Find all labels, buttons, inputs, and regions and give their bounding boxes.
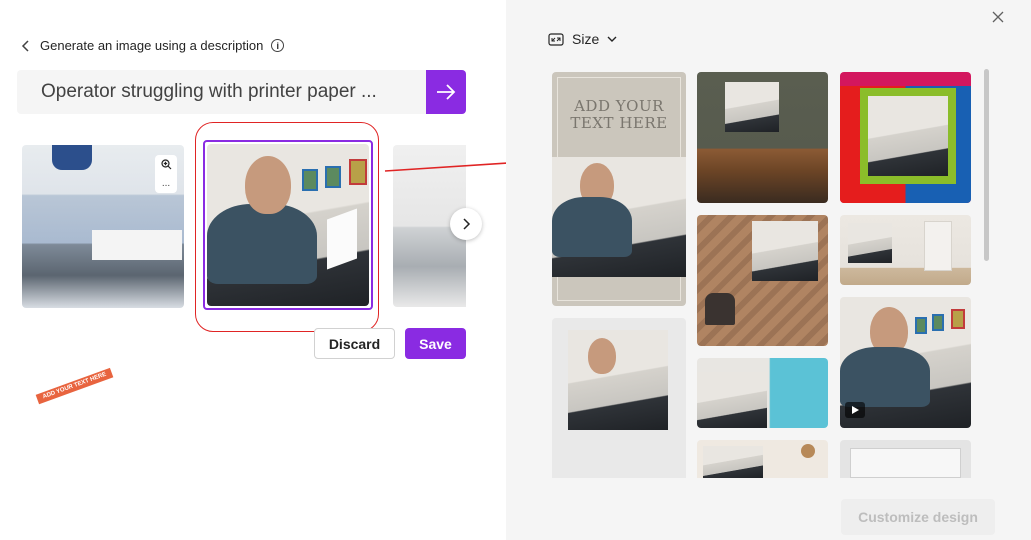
design-template-4[interactable] <box>552 318 686 478</box>
customize-design-button[interactable]: Customize design <box>841 499 995 535</box>
close-icon[interactable] <box>990 9 1006 25</box>
image-detail <box>801 444 815 458</box>
scrollbar[interactable] <box>984 69 989 261</box>
image-detail <box>92 230 182 260</box>
back-label: Generate an image using a description <box>40 38 264 53</box>
image-detail <box>588 338 616 374</box>
size-dropdown[interactable]: Size <box>548 31 617 47</box>
design-template-6[interactable] <box>840 215 971 285</box>
generate-button[interactable] <box>426 70 466 114</box>
chevron-right-icon <box>463 218 471 230</box>
image-detail <box>52 145 92 170</box>
annotation-ring <box>195 122 379 332</box>
design-template-1[interactable]: ADD YOUR TEXT HERE <box>552 72 686 306</box>
design-template-7[interactable] <box>697 358 828 428</box>
template-image <box>868 96 948 176</box>
carousel-next-button[interactable] <box>450 208 482 240</box>
image-detail <box>924 221 952 271</box>
image-detail <box>552 197 632 257</box>
design-template-2[interactable] <box>697 72 828 203</box>
template-image <box>752 221 818 281</box>
image-detail <box>705 293 735 325</box>
design-template-10[interactable] <box>840 440 971 478</box>
back-link[interactable]: Generate an image using a description i <box>20 38 285 53</box>
template-image <box>848 223 892 263</box>
arrow-right-icon <box>437 84 456 100</box>
image-options[interactable]: ... <box>155 155 177 193</box>
template-image <box>725 82 779 132</box>
video-icon <box>845 402 865 418</box>
prompt-input[interactable]: Operator struggling with printer paper .… <box>17 70 426 114</box>
save-button[interactable]: Save <box>405 328 466 359</box>
zoom-in-icon[interactable] <box>160 159 172 170</box>
wall-frame <box>951 309 965 329</box>
resize-icon <box>548 32 564 46</box>
chevron-down-icon <box>607 36 617 42</box>
generator-panel: Generate an image using a description i … <box>0 0 506 540</box>
info-icon[interactable]: i <box>271 39 285 52</box>
template-text: ADD YOUR TEXT HERE <box>570 97 668 132</box>
wall-frame <box>915 317 927 334</box>
more-options-icon[interactable]: ... <box>162 178 170 189</box>
wall-frame <box>932 314 944 331</box>
chevron-left-icon <box>21 39 29 52</box>
template-image <box>697 372 767 428</box>
size-label: Size <box>572 31 600 47</box>
design-template-5[interactable] <box>697 215 828 346</box>
design-template-3[interactable] <box>840 72 971 203</box>
template-image <box>703 446 763 478</box>
template-image <box>568 330 668 430</box>
design-template-9[interactable] <box>697 440 828 478</box>
image-detail <box>840 347 930 407</box>
discard-button[interactable]: Discard <box>314 328 395 359</box>
image-detail <box>850 448 961 478</box>
template-image <box>552 157 686 277</box>
